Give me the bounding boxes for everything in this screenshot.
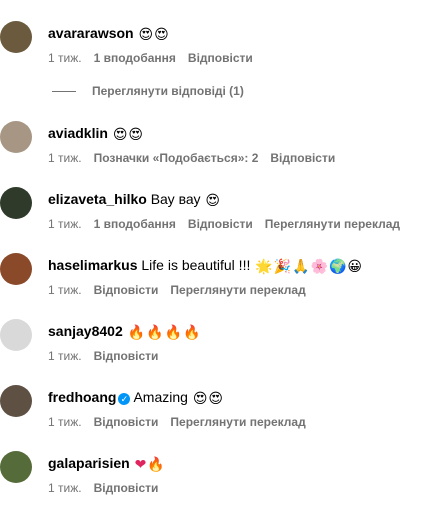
timestamp[interactable]: 1 тиж.	[48, 349, 82, 363]
verified-badge-icon: ✓	[118, 393, 131, 405]
likes-count[interactable]: Позначки «Подобається»: 2	[94, 151, 259, 165]
heart-eyes-emoji-icon: 😍	[208, 391, 224, 407]
heart-eyes-emoji-icon: 😍	[205, 193, 220, 209]
timestamp[interactable]: 1 тиж.	[48, 481, 82, 495]
divider	[52, 91, 76, 93]
comment-item: galaparisien ❤🔥 1 тиж. Відповісти	[0, 451, 435, 511]
comment-text: Amazing	[133, 389, 188, 405]
fire-emoji-icon: 🔥	[182, 325, 201, 341]
fire-emoji-icon: 🔥	[146, 325, 164, 341]
avatar[interactable]	[0, 253, 32, 285]
username[interactable]: elizaveta_hilko	[48, 191, 147, 207]
username[interactable]: avararawson	[48, 25, 134, 41]
avatar[interactable]	[0, 21, 32, 53]
timestamp[interactable]: 1 тиж.	[48, 151, 82, 165]
fire-emoji-icon: 🔥	[127, 325, 146, 341]
avatar[interactable]	[0, 121, 32, 153]
see-translation-button[interactable]: Переглянути переклад	[170, 415, 305, 429]
comment-item: haselimarkus Life is beautiful !!! 🌟🎉🙏🌸🌍…	[0, 253, 435, 313]
pray-emoji-icon: 🙏	[292, 259, 310, 275]
heart-emoji-icon: ❤	[134, 457, 147, 473]
party-emoji-icon: 🎉	[273, 259, 292, 275]
reply-button[interactable]: Відповісти	[270, 151, 335, 165]
heart-eyes-emoji-icon: 😍	[128, 127, 144, 143]
heart-eyes-emoji-icon: 😍	[138, 27, 154, 43]
reply-button[interactable]: Відповісти	[94, 415, 159, 429]
avatar[interactable]	[0, 319, 32, 351]
timestamp[interactable]: 1 тиж.	[48, 51, 82, 65]
smile-emoji-icon: 😀	[347, 259, 363, 275]
username[interactable]: aviadklin	[48, 125, 108, 141]
timestamp[interactable]: 1 тиж.	[48, 217, 82, 231]
username[interactable]: sanjay8402	[48, 323, 123, 339]
comment-item: elizaveta_hilko Вау вау 😍 1 тиж. 1 вподоб…	[0, 187, 435, 247]
reply-button[interactable]: Відповісти	[188, 51, 253, 65]
likes-count[interactable]: 1 вподобання	[94, 51, 176, 65]
timestamp[interactable]: 1 тиж.	[48, 415, 82, 429]
view-replies-button[interactable]: Переглянути відповіді (1)	[52, 84, 244, 98]
fire-emoji-icon: 🔥	[164, 325, 182, 341]
reply-button[interactable]: Відповісти	[94, 349, 159, 363]
reply-button[interactable]: Відповісти	[94, 481, 159, 495]
heart-eyes-emoji-icon: 😍	[112, 127, 128, 143]
heart-eyes-emoji-icon: 😍	[154, 27, 169, 43]
reply-button[interactable]: Відповісти	[94, 283, 159, 297]
see-translation-button[interactable]: Переглянути переклад	[170, 283, 305, 297]
comment-item: aviadklin 😍😍 1 тиж. Позначки «Подобається…	[0, 121, 435, 181]
likes-count[interactable]: 1 вподобання	[94, 217, 176, 231]
timestamp[interactable]: 1 тиж.	[48, 283, 82, 297]
comment-text: Вау вау	[150, 191, 201, 207]
comment-text: Life is beautiful !!!	[141, 257, 251, 273]
username[interactable]: fredhoang	[48, 389, 116, 405]
username[interactable]: galaparisien	[48, 455, 130, 471]
reply-button[interactable]: Відповісти	[188, 217, 253, 231]
see-translation-button[interactable]: Переглянути переклад	[265, 217, 400, 231]
comment-item: avararawson 😍😍 1 тиж. 1 вподобання Відпові…	[0, 21, 435, 81]
avatar[interactable]	[0, 385, 32, 417]
heart-eyes-emoji-icon: 😍	[192, 391, 208, 407]
avatar[interactable]	[0, 187, 32, 219]
star-emoji-icon: 🌟	[255, 259, 273, 275]
globe-emoji-icon: 🌍	[328, 259, 347, 275]
comment-item: sanjay8402 🔥🔥🔥🔥 1 тиж. Відповісти	[0, 319, 435, 379]
fire-emoji-icon: 🔥	[147, 457, 165, 473]
username[interactable]: haselimarkus	[48, 257, 138, 273]
flower-emoji-icon: 🌸	[310, 259, 328, 275]
comment-item: fredhoang ✓ Amazing 😍😍 1 тиж. Відповісти Пер…	[0, 385, 435, 445]
avatar[interactable]	[0, 451, 32, 483]
